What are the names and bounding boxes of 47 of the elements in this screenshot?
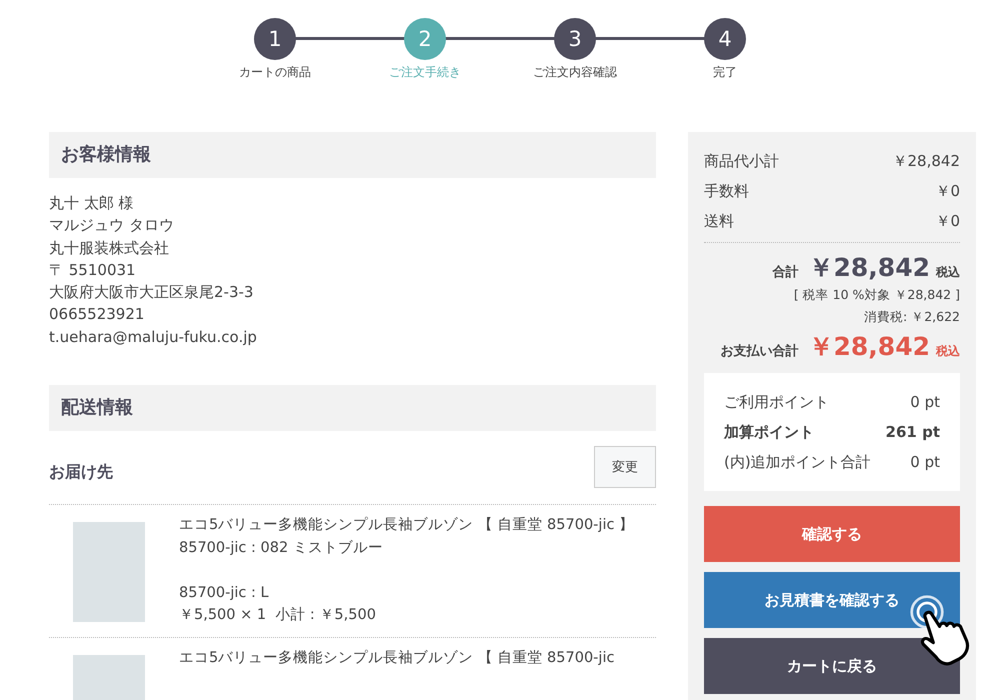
tax-rate-line: [ 税率 10 %対象 ￥28,842 ] (792, 286, 960, 304)
step-number: 4 (704, 18, 746, 60)
product-title: エコ5バリュー多機能シンプル長袖ブルゾン 【 自重堂 85700-jic (179, 648, 616, 668)
customer-info-line: 丸十 太郎 様 (49, 193, 135, 214)
summary-label: 送料 (704, 212, 734, 230)
change-button[interactable]: 変更 (594, 446, 656, 488)
product-size: 85700-jic : L (179, 584, 270, 603)
step-number: 3 (554, 18, 596, 60)
summary-value: ￥0 (935, 212, 960, 230)
points-value: 0 pt (910, 393, 940, 411)
customer-info-line: マルジュウ タロウ (49, 215, 175, 236)
step-label: ご注文手続き (389, 64, 461, 81)
section-heading: 配送情報 (49, 385, 656, 432)
consumption-tax: 消費税: ￥2,622 (863, 308, 960, 326)
points-label: 加算ポイント (724, 422, 814, 442)
customer-info-line: 大阪府大阪市大正区泉尾2-3-3 (49, 282, 254, 304)
step-label: ご注文内容確認 (533, 64, 617, 81)
summary-label: 手数料 (704, 182, 749, 200)
payment-total-label: お支払い合計 (720, 342, 799, 360)
points-value: 0 pt (910, 453, 940, 471)
total-amount: ￥28,842 (808, 252, 930, 284)
points-label: ご利用ポイント (724, 392, 829, 412)
total-label: 合計 (772, 264, 799, 281)
points-value: 261 pt (886, 423, 940, 441)
action-button[interactable]: 確認する (704, 506, 960, 562)
payment-total-amount: ￥28,842 (808, 331, 930, 363)
product-title: エコ5バリュー多機能シンプル長袖ブルゾン 【 自重堂 85700-jic 】 (179, 516, 636, 536)
step-label: 完了 (713, 64, 737, 81)
summary-value: ￥0 (935, 182, 960, 200)
step-label: カートの商品 (239, 64, 311, 81)
action-button[interactable]: カートに戻る (704, 638, 960, 694)
destination-label: お届け先 (49, 460, 113, 483)
summary-label: 商品代小計 (704, 152, 779, 170)
points-label: (内)追加ポイント合計 (724, 452, 871, 472)
product-option: 85700-jic : 082 ミストブルー (179, 536, 656, 560)
customer-info-line: 丸十服装株式会社 (49, 238, 170, 259)
product-price: ￥5,500 × 1 小計 : ￥5,500 (179, 606, 377, 626)
summary-value: ￥28,842 (892, 152, 960, 170)
customer-info-line: 〒 5510031 (49, 260, 137, 281)
section-heading: お客様情報 (49, 132, 656, 178)
tax-included-note: 税込 (936, 264, 960, 281)
action-button[interactable]: お見積書を確認する (704, 572, 960, 628)
customer-info-line: 0665523921 (49, 304, 146, 326)
step-number: 2 (404, 18, 446, 60)
tax-included-note: 税込 (936, 343, 960, 360)
customer-info-line: t.uehara@maluju-fuku.co.jp (49, 326, 258, 348)
step-number: 1 (254, 18, 296, 60)
